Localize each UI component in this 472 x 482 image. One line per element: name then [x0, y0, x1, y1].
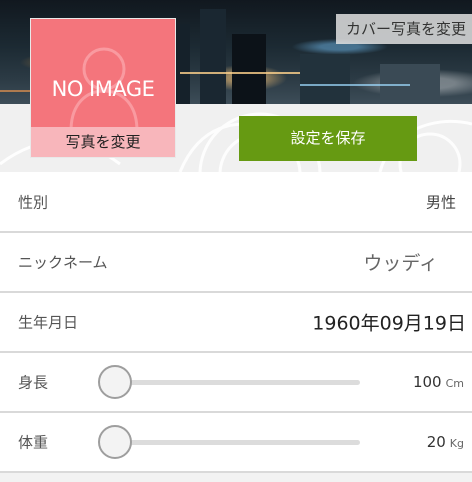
weight-slider[interactable]: [98, 425, 360, 459]
height-unit: Cm: [445, 377, 464, 390]
birthday-row[interactable]: 生年月日 1960年09月19日: [0, 293, 472, 353]
weight-slider-thumb[interactable]: [98, 425, 132, 459]
nickname-row[interactable]: ニックネーム ウッディ: [0, 233, 472, 293]
gender-label: 性別: [18, 193, 49, 211]
gender-row[interactable]: 性別 男性: [0, 172, 472, 233]
gender-value[interactable]: 男性: [426, 191, 456, 212]
birthday-value[interactable]: 1960年09月19日: [312, 309, 466, 336]
weight-row: 体重 20 Kg: [0, 413, 472, 473]
weight-unit: Kg: [449, 437, 464, 450]
no-image-label: NO IMAGE: [51, 77, 155, 101]
height-slider[interactable]: [98, 365, 360, 399]
height-slider-track[interactable]: [106, 380, 360, 385]
height-label: 身長: [18, 373, 49, 392]
birthday-label: 生年月日: [18, 313, 79, 332]
weight-value: 20 Kg: [427, 433, 464, 451]
profile-fields: 性別 男性 ニックネーム ウッディ 生年月日 1960年09月19日 身長 10…: [0, 172, 472, 473]
change-photo-button[interactable]: 写真を変更: [31, 127, 175, 157]
avatar[interactable]: NO IMAGE 写真を変更: [30, 18, 176, 158]
height-value: 100 Cm: [413, 373, 464, 391]
change-cover-button[interactable]: カバー写真を変更: [335, 14, 472, 44]
profile-header: カバー写真を変更 NO IMAGE 写真を変更 設定を保存: [0, 0, 472, 172]
save-settings-button[interactable]: 設定を保存: [239, 116, 417, 161]
nickname-label: ニックネーム: [18, 253, 108, 272]
nickname-field[interactable]: ウッディ: [363, 249, 438, 276]
height-slider-thumb[interactable]: [98, 365, 132, 399]
weight-label: 体重: [18, 433, 49, 452]
height-number: 100: [412, 373, 442, 391]
weight-slider-track[interactable]: [106, 440, 360, 445]
height-row: 身長 100 Cm: [0, 353, 472, 413]
weight-number: 20: [426, 433, 446, 451]
